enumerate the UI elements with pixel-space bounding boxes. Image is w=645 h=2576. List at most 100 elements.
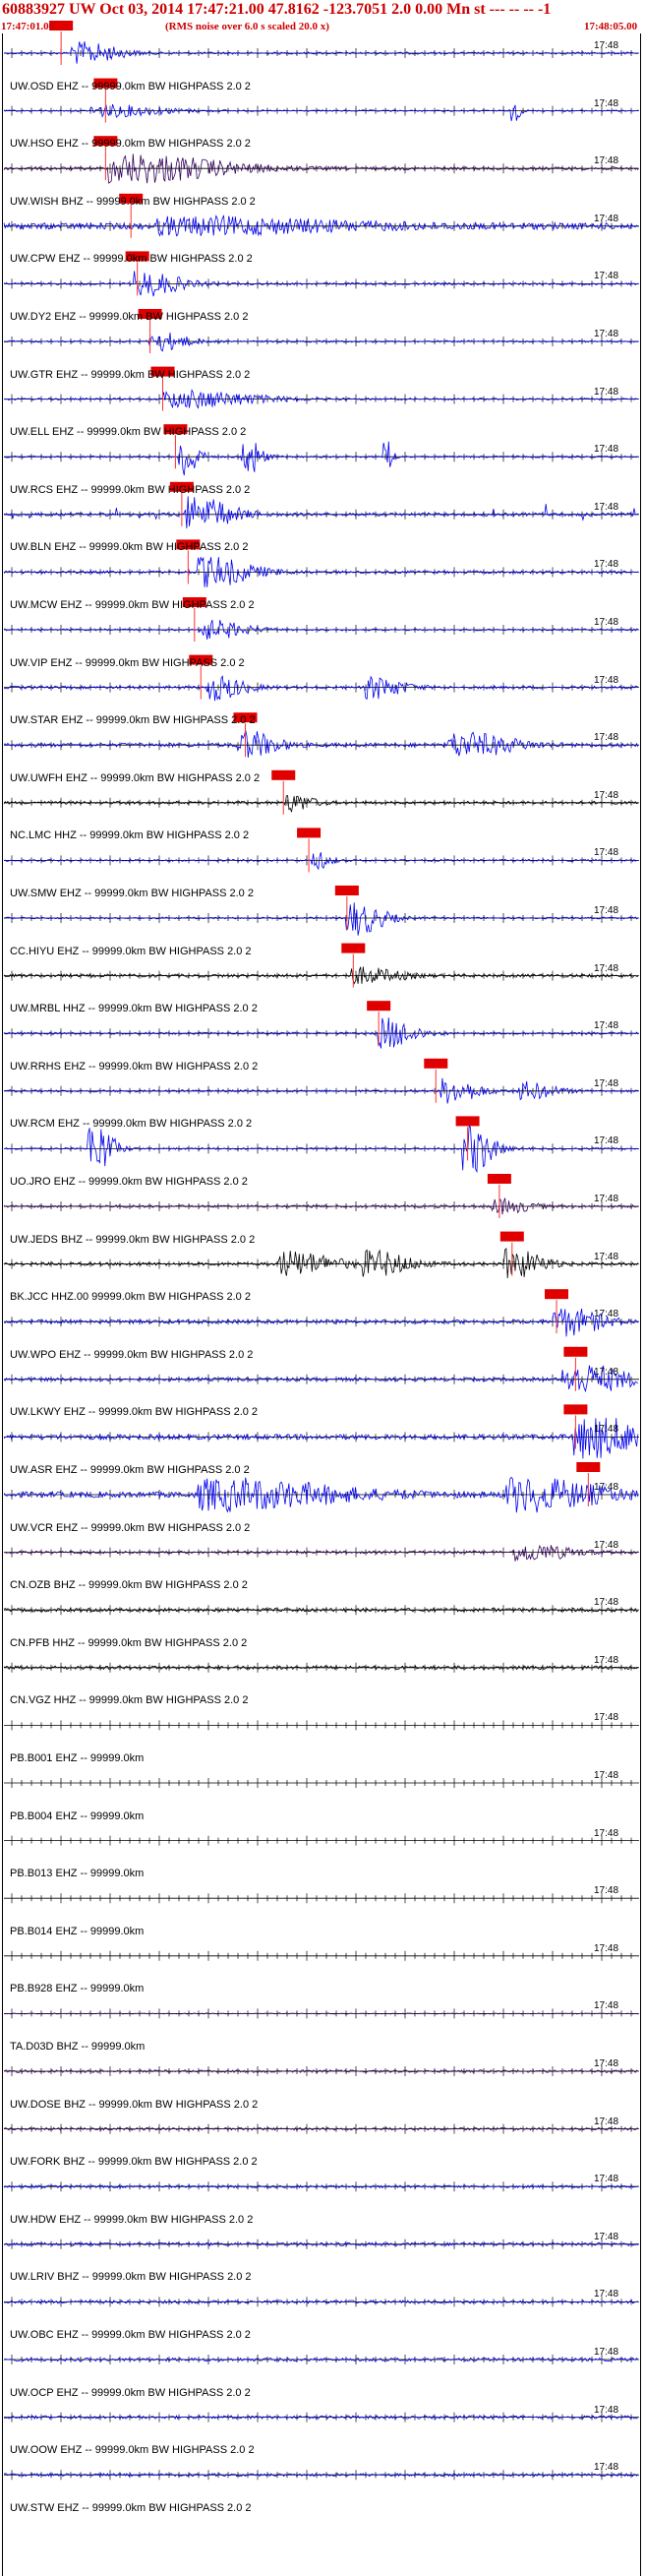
time-tick-label: 17:48 — [594, 2116, 619, 2127]
waveform — [3, 1417, 639, 1459]
trace-label: PB.B928 EHZ -- 99999.0km — [10, 1983, 145, 1995]
time-tick-label: 17:48 — [594, 213, 619, 224]
trace-label: CN.PFB HHZ -- 99999.0km BW HIGHPASS 2.0 … — [10, 1636, 248, 1649]
time-tick-label: 17:48 — [594, 2404, 619, 2416]
trace-label: UW.STAR EHZ -- 99999.0km BW HIGHPASS 2.0… — [10, 714, 256, 727]
pick-tag — [487, 1174, 511, 1184]
trace-label: UW.OCP EHZ -- 99999.0km BW HIGHPASS 2.0 … — [10, 2386, 251, 2399]
trace-39 — [3, 2297, 639, 2307]
time-tick-label: 17:48 — [594, 501, 619, 513]
trace-label: UW.WPO EHZ -- 99999.0km BW HIGHPASS 2.0 … — [10, 1348, 254, 1361]
time-tick-label: 17:48 — [594, 847, 619, 859]
trace-37 — [3, 2181, 639, 2192]
trace-label: UW.RRHS EHZ -- 99999.0km BW HIGHPASS 2.0… — [10, 1060, 259, 1073]
pick-tag — [297, 828, 322, 838]
time-tick-label: 17:48 — [594, 1077, 619, 1089]
time-tick-label: 17:48 — [594, 1885, 619, 1897]
trace-label: UW.VCR EHZ -- 99999.0km BW HIGHPASS 2.0 … — [10, 1521, 251, 1534]
time-tick-label: 17:48 — [594, 97, 619, 109]
time-tick-label: 17:48 — [594, 905, 619, 916]
event-title: 60883927 UW Oct 03, 2014 17:47:21.00 47.… — [2, 1, 552, 18]
time-tick-label: 17:48 — [594, 155, 619, 167]
pick-tag — [367, 1001, 391, 1012]
start-time: 17:47:01.00 — [1, 21, 55, 32]
time-tick-label: 17:48 — [594, 2058, 619, 2069]
time-tick-label: 17:48 — [594, 2289, 619, 2300]
trace-26 — [4, 1545, 639, 1562]
time-tick-label: 17:48 — [594, 2462, 619, 2474]
trace-label: UW.OSD EHZ -- 99999.0km BW HIGHPASS 2.0 … — [10, 80, 251, 92]
trace-label: UW.HDW EHZ -- 99999.0km BW HIGHPASS 2.0 … — [10, 2213, 254, 2226]
trace-29 — [4, 1720, 639, 1731]
trace-label: UW.RCS EHZ -- 99999.0km BW HIGHPASS 2.0 … — [10, 483, 251, 496]
trace-42 — [3, 2470, 639, 2481]
trace-label: UW.DOSE BHZ -- 99999.0km BW HIGHPASS 2.0… — [10, 2098, 259, 2111]
trace-label: UW.JEDS BHZ -- 99999.0km BW HIGHPASS 2.0… — [10, 1233, 256, 1246]
pick-tag — [455, 1116, 480, 1127]
time-tick-label: 17:48 — [594, 1194, 619, 1204]
waveform — [3, 389, 638, 409]
trace-label: CN.VGZ HHZ -- 99999.0km BW HIGHPASS 2.0 … — [10, 1694, 249, 1707]
trace-label: UW.HSO EHZ -- 99999.0km BW HIGHPASS 2.0 … — [10, 138, 251, 151]
trace-label: UW.WISH BHZ -- 99999.0km BW HIGHPASS 2.0… — [10, 195, 256, 208]
time-tick-label: 17:48 — [594, 732, 619, 744]
trace-label: CC.HIYU EHZ -- 99999.0km BW HIGHPASS 2.0… — [10, 945, 252, 957]
trace-label: UW.CPW EHZ -- 99999.0km BW HIGHPASS 2.0 … — [10, 253, 253, 266]
trace-label: UW.BLN EHZ -- 99999.0km BW HIGHPASS 2.0 … — [10, 541, 249, 554]
trace-label: UW.MRBL HHZ -- 99999.0km BW HIGHPASS 2.0… — [10, 1003, 258, 1015]
trace-40 — [3, 2355, 639, 2364]
time-tick-label: 17:48 — [594, 1827, 619, 1839]
pick-tag — [576, 1462, 601, 1472]
time-tick-label: 17:48 — [594, 1424, 619, 1436]
trace-label: UO.JRO EHZ -- 99999.0km BW HIGHPASS 2.0 … — [10, 1176, 248, 1188]
header: 60883927 UW Oct 03, 2014 17:47:21.00 47.… — [0, 0, 645, 32]
time-tick-label: 17:48 — [594, 962, 619, 974]
time-tick-label: 17:48 — [594, 1597, 619, 1609]
time-tick-label: 17:48 — [594, 444, 619, 456]
time-tick-label: 17:48 — [594, 1309, 619, 1320]
time-tick-label: 17:48 — [594, 617, 619, 628]
time-tick-label: 17:48 — [594, 2347, 619, 2358]
trace-label: UW.RCM EHZ -- 99999.0km BW HIGHPASS 2.0 … — [10, 1118, 253, 1131]
time-tick-label: 17:48 — [594, 2231, 619, 2242]
time-tick-label: 17:48 — [594, 2174, 619, 2185]
trace-27 — [3, 1605, 639, 1616]
trace-label: CN.OZB BHZ -- 99999.0km BW HIGHPASS 2.0 … — [10, 1579, 248, 1592]
end-time: 17:48:05.00 — [584, 21, 638, 32]
pick-tag — [334, 886, 359, 895]
trace-label: PB.B001 EHZ -- 99999.0km — [10, 1752, 145, 1764]
pick-tag — [563, 1404, 588, 1415]
trace-label: UW.SMW EHZ -- 99999.0km BW HIGHPASS 2.0 … — [10, 888, 254, 899]
time-tick-label: 17:48 — [594, 2000, 619, 2012]
trace-34 — [3, 2008, 639, 2019]
trace-label: PB.B013 EHZ -- 99999.0km — [10, 1868, 145, 1880]
pick-tag — [563, 1346, 588, 1357]
trace-41 — [3, 2412, 639, 2423]
time-tick-label: 17:48 — [594, 1366, 619, 1378]
trace-label: UW.ELL EHZ -- 99999.0km BW HIGHPASS 2.0 … — [10, 426, 247, 439]
waveform — [3, 902, 639, 936]
time-tick-label: 17:48 — [594, 1712, 619, 1724]
time-tick-label: 17:48 — [594, 1654, 619, 1666]
trace-label: BK.JCC HHZ.00 99999.0km BW HIGHPASS 2.0 … — [10, 1291, 251, 1304]
rms-note: (RMS noise over 6.0 s scaled 20.0 x) — [165, 21, 329, 32]
time-tick-label: 17:48 — [594, 674, 619, 686]
time-tick-label: 17:48 — [594, 559, 619, 571]
time-tick-label: 17:48 — [594, 789, 619, 801]
trace-label: UW.VIP EHZ -- 99999.0km BW HIGHPASS 2.0 … — [10, 656, 245, 669]
trace-label: UW.UWFH EHZ -- 99999.0km BW HIGHPASS 2.0… — [10, 771, 261, 784]
waveform — [3, 1017, 639, 1049]
trace-label: UW.FORK BHZ -- 99999.0km BW HIGHPASS 2.0… — [10, 2156, 258, 2169]
trace-28 — [3, 1662, 639, 1673]
pick-tag — [499, 1231, 524, 1242]
time-tick-label: 17:48 — [594, 329, 619, 339]
trace-36 — [3, 2123, 639, 2134]
time-tick-label: 17:48 — [594, 1539, 619, 1551]
time-tick-label: 17:48 — [594, 1770, 619, 1781]
trace-label: UW.STW EHZ -- 99999.0km BW HIGHPASS 2.0 … — [10, 2501, 252, 2514]
trace-label: UW.ASR EHZ -- 99999.0km BW HIGHPASS 2.0 … — [10, 1464, 250, 1476]
trace-label: UW.MCW EHZ -- 99999.0km BW HIGHPASS 2.0 … — [10, 599, 255, 611]
trace-label: NC.LMC HHZ -- 99999.0km BW HIGHPASS 2.0 … — [10, 829, 250, 842]
trace-label: TA.D03D BHZ -- 99999.0km — [10, 2041, 146, 2053]
trace-label: UW.GTR EHZ -- 99999.0km BW HIGHPASS 2.0 … — [10, 368, 251, 381]
